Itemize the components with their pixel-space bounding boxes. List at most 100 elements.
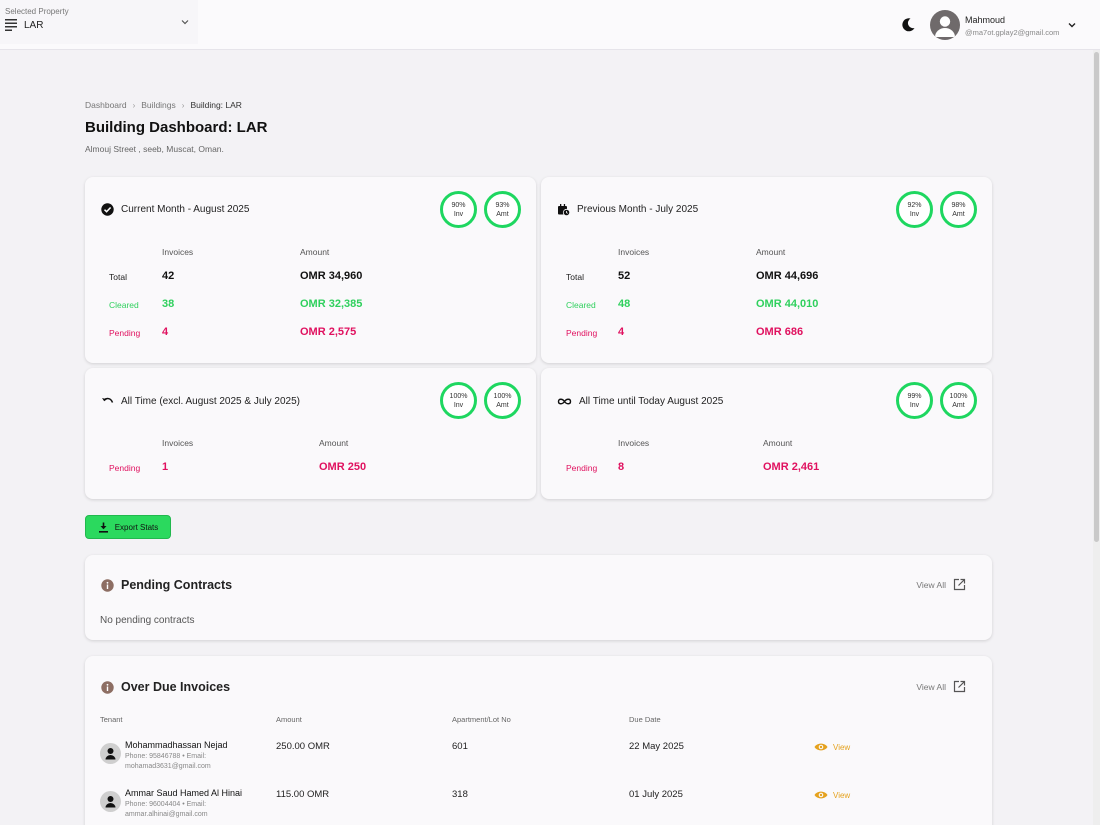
tenant-contact: Phone: 96004404 • Email: ammar.alhinai@g… bbox=[125, 801, 208, 818]
table-row: Mohammadhassan Nejad Phone: 95846788 • E… bbox=[85, 740, 992, 784]
eye-icon bbox=[814, 743, 828, 751]
view-all-label: View All bbox=[916, 579, 946, 590]
cleared-invoices: 38 bbox=[162, 298, 175, 310]
view-all-invoices-link[interactable]: View All bbox=[916, 680, 966, 693]
panel-title: Over Due Invoices bbox=[121, 680, 231, 694]
ring-label: Amt bbox=[496, 210, 509, 218]
row-label-cleared: Cleared bbox=[566, 300, 596, 310]
view-invoice-button[interactable]: View bbox=[814, 790, 850, 800]
row-label-pending: Pending bbox=[566, 463, 598, 473]
card-title: All Time until Today August 2025 bbox=[579, 396, 724, 407]
infinity-icon bbox=[557, 398, 572, 405]
row-label-pending: Pending bbox=[566, 328, 598, 338]
tenant-phone: Phone: 95846788 bbox=[125, 753, 181, 760]
amount-progress-ring: 100% Amt bbox=[484, 382, 521, 419]
pending-amount: OMR 2,575 bbox=[300, 326, 357, 338]
property-caption: Selected Property bbox=[5, 7, 69, 16]
previous-month-card: Previous Month - July 2025 92% Inv 98% A… bbox=[541, 177, 992, 363]
invoice-amount: 250.00 OMR bbox=[276, 741, 330, 752]
calendar-clock-icon bbox=[558, 204, 570, 216]
apartment-number: 318 bbox=[452, 789, 468, 800]
card-title: Current Month - August 2025 bbox=[121, 204, 250, 215]
scrollbar[interactable] bbox=[1093, 50, 1100, 825]
pending-invoices: 1 bbox=[162, 461, 169, 473]
scrollbar-thumb[interactable] bbox=[1094, 52, 1099, 542]
list-icon bbox=[5, 19, 17, 31]
tenant-avatar bbox=[100, 743, 121, 764]
ring-label: Amt bbox=[952, 210, 965, 218]
pending-invoices: 8 bbox=[618, 461, 625, 473]
row-label-total: Total bbox=[566, 272, 584, 282]
row-label-cleared: Cleared bbox=[109, 300, 139, 310]
breadcrumb-separator: › bbox=[181, 100, 185, 110]
view-invoice-button[interactable]: View bbox=[814, 742, 850, 752]
view-label: View bbox=[833, 790, 851, 800]
eye-icon bbox=[814, 791, 828, 799]
ring-percent: 93% bbox=[495, 201, 510, 209]
pending-contracts-panel: Pending Contracts View All No pending co… bbox=[85, 555, 992, 640]
row-label-total: Total bbox=[109, 272, 127, 282]
ring-label: Inv bbox=[909, 210, 920, 218]
card-title: All Time (excl. August 2025 & July 2025) bbox=[121, 396, 300, 407]
ring-percent: 100% bbox=[493, 392, 512, 400]
breadcrumb: Dashboard › Buildings › Building: LAR bbox=[85, 100, 242, 110]
due-date: 22 May 2025 bbox=[629, 741, 684, 752]
tenant-contact: Phone: 95846788 • Email: mohamad3631@gma… bbox=[125, 753, 211, 770]
ring-label: Amt bbox=[496, 401, 509, 409]
page-title: Building Dashboard: LAR bbox=[85, 119, 268, 136]
invoice-progress-ring: 92% Inv bbox=[896, 191, 933, 228]
column-header-amount: Amount bbox=[763, 438, 793, 448]
invoice-progress-ring: 99% Inv bbox=[896, 382, 933, 419]
column-header-invoices: Invoices bbox=[618, 438, 650, 448]
user-menu[interactable]: Mahmoud @ma7ot.gplay2@gmail.com bbox=[930, 10, 1080, 42]
ring-percent: 100% bbox=[949, 392, 968, 400]
card-title: Previous Month - July 2025 bbox=[577, 204, 699, 215]
open-external-icon bbox=[953, 578, 966, 591]
pending-amount: OMR 250 bbox=[319, 461, 367, 473]
cleared-invoices: 48 bbox=[618, 298, 631, 310]
column-header-due-date: Due Date bbox=[629, 715, 661, 724]
invoice-progress-ring: 90% Inv bbox=[440, 191, 477, 228]
current-month-card: Current Month - August 2025 90% Inv 93% … bbox=[85, 177, 536, 363]
column-header-amount: Amount bbox=[276, 715, 302, 724]
undo-icon bbox=[102, 397, 114, 403]
column-header-invoices: Invoices bbox=[618, 247, 650, 257]
download-icon bbox=[98, 522, 108, 533]
page-address: Almouj Street , seeb, Muscat, Oman. bbox=[85, 144, 224, 154]
info-icon bbox=[101, 578, 114, 592]
open-external-icon bbox=[953, 680, 966, 693]
property-selector[interactable]: Selected Property LAR bbox=[0, 0, 198, 44]
invoice-amount: 115.00 OMR bbox=[276, 789, 330, 800]
amount-progress-ring: 100% Amt bbox=[940, 382, 977, 419]
breadcrumb-buildings[interactable]: Buildings bbox=[141, 100, 176, 110]
ring-label: Inv bbox=[453, 210, 464, 218]
ring-percent: 100% bbox=[449, 392, 468, 400]
all-time-excluded-card: All Time (excl. August 2025 & July 2025)… bbox=[85, 368, 536, 499]
ring-percent: 90% bbox=[451, 201, 466, 209]
top-bar: Selected Property LAR Mahmoud @ma7ot.gpl… bbox=[0, 0, 1100, 50]
pending-invoices: 4 bbox=[618, 326, 625, 338]
chevron-down-icon bbox=[1068, 23, 1076, 28]
all-time-until-today-card: All Time until Today August 2025 99% Inv… bbox=[541, 368, 992, 499]
tenant-name: Ammar Saud Hamed Al Hinai bbox=[125, 788, 243, 798]
cleared-amount: OMR 44,010 bbox=[756, 298, 819, 310]
export-stats-button[interactable]: Export Stats bbox=[85, 515, 171, 539]
moon-icon[interactable] bbox=[900, 17, 916, 33]
row-label-pending: Pending bbox=[109, 463, 141, 473]
total-amount: OMR 34,960 bbox=[300, 270, 363, 282]
amount-progress-ring: 93% Amt bbox=[484, 191, 521, 228]
ring-label: Inv bbox=[453, 401, 464, 409]
view-all-contracts-link[interactable]: View All bbox=[916, 578, 966, 591]
avatar bbox=[930, 10, 960, 40]
export-stats-label: Export Stats bbox=[114, 522, 159, 532]
column-header-amount: Amount bbox=[319, 438, 349, 448]
column-header-tenant: Tenant bbox=[100, 715, 123, 724]
ring-label: Inv bbox=[909, 401, 920, 409]
empty-state-text: No pending contracts bbox=[100, 615, 195, 626]
column-header-apartment: Apartment/Lot No bbox=[452, 715, 511, 724]
user-name: Mahmoud bbox=[965, 15, 1006, 25]
breadcrumb-dashboard[interactable]: Dashboard bbox=[85, 100, 127, 110]
total-invoices: 42 bbox=[162, 270, 175, 282]
total-invoices: 52 bbox=[618, 270, 631, 282]
cleared-amount: OMR 32,385 bbox=[300, 298, 363, 310]
